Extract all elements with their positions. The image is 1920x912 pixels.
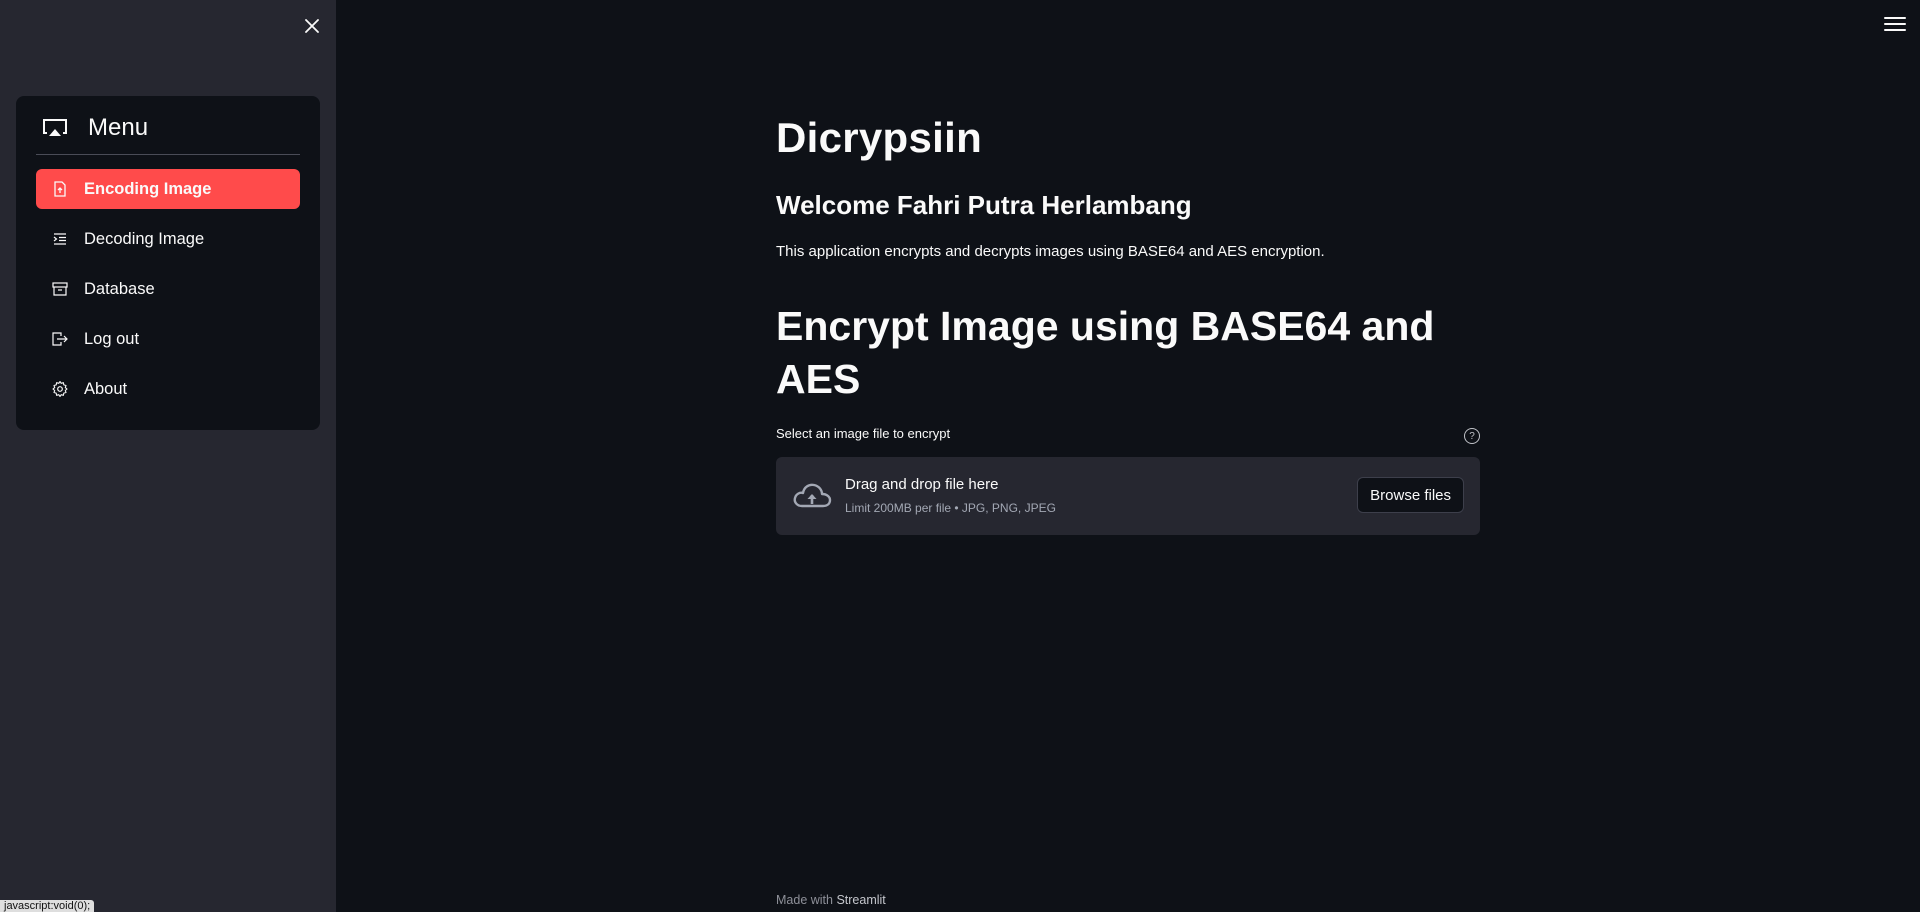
hamburger-icon-line [1884,23,1906,25]
logout-icon [52,331,68,347]
archive-icon [52,281,68,297]
footer-prefix: Made with [776,893,837,907]
streamlit-link[interactable]: Streamlit [836,893,885,907]
airplay-icon [43,119,67,136]
text-indent-icon [52,231,68,247]
menu-item-encoding-image[interactable]: Encoding Image [36,169,300,209]
streamlit-app: Menu Encoding Image Decoding Image Datab… [0,0,1920,912]
page-title: Dicrypsiin [776,114,983,161]
welcome-heading: Welcome Fahri Putra Herlambang [776,190,1192,220]
menu-header: Menu [42,112,300,144]
menu-item-about[interactable]: About [36,369,300,409]
app-description: This application encrypts and decrypts i… [776,243,1325,260]
help-icon[interactable]: ? [1464,428,1480,444]
menu-title: Menu [88,114,149,141]
footer: Made with Streamlit [776,893,886,907]
close-sidebar-button[interactable] [300,14,324,38]
menu-item-label: About [84,379,128,398]
menu-item-label: Database [84,279,155,298]
menu-item-database[interactable]: Database [36,269,300,309]
menu-item-label: Encoding Image [84,179,212,198]
close-icon [305,19,319,33]
hamburger-icon-line [1884,29,1906,31]
main-menu-button[interactable] [1884,14,1906,34]
menu-divider [36,154,300,155]
status-bar-url: javascript:void(0); [0,900,95,912]
file-uploader-label: Select an image file to encrypt [776,426,951,441]
file-dropzone[interactable]: Drag and drop file here Limit 200MB per … [776,457,1480,535]
hamburger-icon [1884,17,1906,19]
section-title: Encrypt Image using BASE64 and AES [776,303,1435,402]
sidebar: Menu Encoding Image Decoding Image Datab… [0,0,336,912]
menu-item-decoding-image[interactable]: Decoding Image [36,219,300,259]
option-menu: Menu Encoding Image Decoding Image Datab… [16,96,320,430]
gear-icon [52,381,68,397]
dropzone-limit-text: Limit 200MB per file • JPG, PNG, JPEG [845,501,1056,515]
menu-item-label: Decoding Image [84,229,205,248]
browse-files-button[interactable]: Browse files [1357,477,1464,513]
dropzone-instructions: Drag and drop file here [845,476,999,493]
menu-item-log-out[interactable]: Log out [36,319,300,359]
menu-item-label: Log out [84,329,140,348]
file-upload-icon [52,181,68,197]
cloud-upload-icon [793,483,832,508]
